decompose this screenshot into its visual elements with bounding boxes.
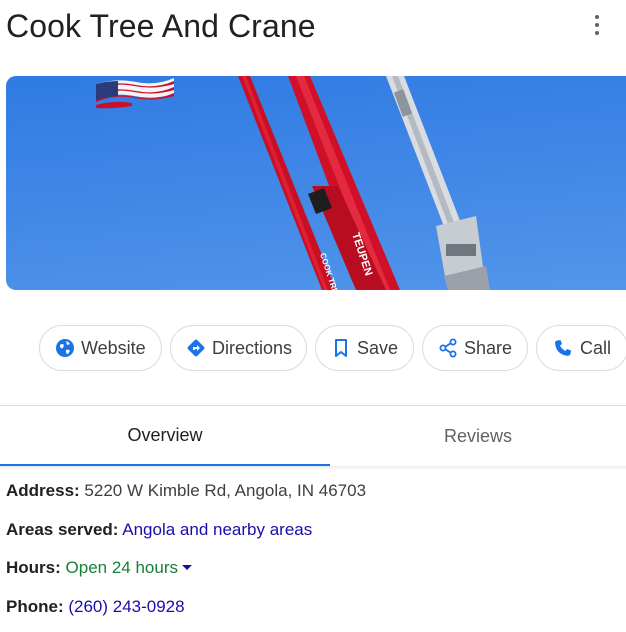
phone-icon [552, 337, 574, 359]
phone-label: Phone: [6, 597, 64, 616]
business-title: Cook Tree And Crane [6, 8, 316, 44]
american-flag [96, 78, 174, 109]
globe-icon [55, 337, 75, 359]
business-photo[interactable]: TEUPEN COOK TREE & [6, 76, 626, 290]
more-options-icon[interactable] [584, 10, 610, 40]
tab-bar: Overview Reviews [0, 406, 626, 466]
phone-link[interactable]: (260) 243-0928 [68, 597, 184, 616]
directions-button[interactable]: Directions [170, 325, 307, 371]
address-label: Address: [6, 481, 80, 500]
areas-served-row: Areas served: Angola and nearby areas [6, 519, 312, 541]
website-button[interactable]: Website [39, 325, 162, 371]
hours-value[interactable]: Open 24 hours [66, 558, 178, 577]
save-label: Save [357, 337, 399, 358]
share-icon [438, 337, 458, 359]
call-button[interactable]: Call [536, 325, 626, 371]
areas-served-label: Areas served: [6, 520, 119, 539]
website-label: Website [81, 337, 146, 358]
hours-row: Hours: Open 24 hours [6, 557, 192, 579]
tab-overview[interactable]: Overview [0, 406, 330, 466]
tab-bar-shadow [0, 466, 626, 470]
directions-icon [186, 337, 206, 359]
call-label: Call [580, 337, 612, 358]
save-button[interactable]: Save [315, 325, 414, 371]
tab-reviews[interactable]: Reviews [330, 406, 626, 466]
bookmark-icon [331, 337, 351, 359]
hours-label: Hours: [6, 558, 61, 577]
areas-served-link[interactable]: Angola and nearby areas [122, 520, 312, 539]
directions-label: Directions [212, 337, 293, 358]
address-row: Address: 5220 W Kimble Rd, Angola, IN 46… [6, 480, 366, 502]
phone-row: Phone: (260) 243-0928 [6, 596, 185, 618]
share-label: Share [464, 337, 513, 358]
action-buttons: Website Directions Save Share Call [39, 325, 626, 371]
address-value[interactable]: 5220 W Kimble Rd, Angola, IN 46703 [84, 481, 366, 500]
share-button[interactable]: Share [422, 325, 528, 371]
hours-dropdown-caret-icon[interactable] [181, 565, 192, 570]
crane-photo-illustration: TEUPEN COOK TREE & [96, 76, 490, 290]
